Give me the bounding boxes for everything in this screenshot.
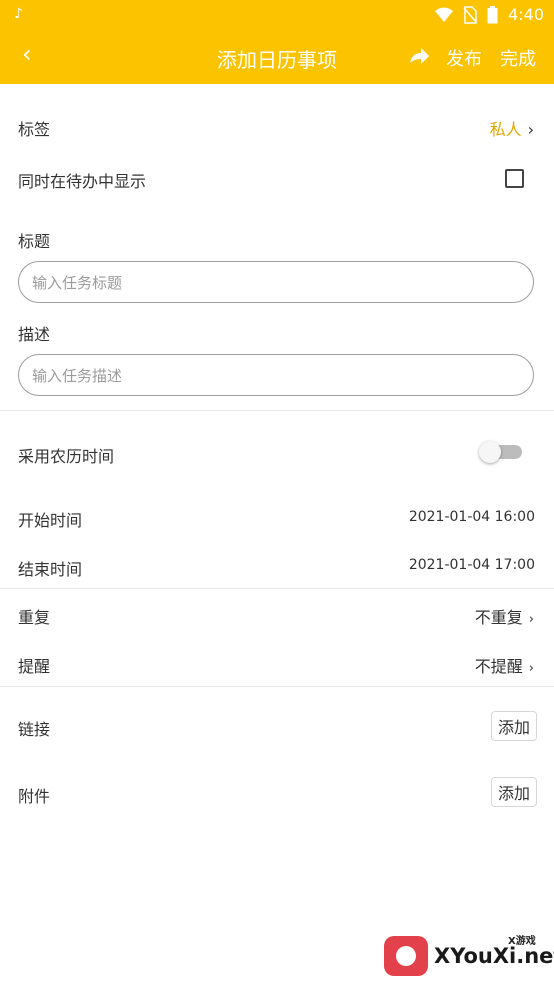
watermark-logo-icon bbox=[384, 936, 428, 976]
reminder-label: 提醒 bbox=[18, 657, 51, 676]
no-sim-icon bbox=[463, 5, 477, 24]
lunar-label: 采用农历时间 bbox=[18, 447, 115, 466]
chevron-right-icon: › bbox=[527, 120, 534, 139]
link-label: 链接 bbox=[18, 720, 51, 739]
status-time: 4:40 bbox=[508, 5, 544, 24]
watermark: X游戏 XYouXi.net bbox=[384, 926, 554, 986]
divider bbox=[0, 588, 554, 589]
lunar-toggle-knob[interactable] bbox=[479, 441, 501, 463]
description-input-placeholder: 输入任务描述 bbox=[32, 366, 123, 385]
title-input-placeholder: 输入任务标题 bbox=[32, 273, 123, 292]
tag-value-group: 私人 › bbox=[490, 116, 534, 140]
share-arrow-icon[interactable] bbox=[408, 45, 430, 67]
tag-row[interactable]: 标签 私人 › bbox=[0, 112, 554, 142]
repeat-label: 重复 bbox=[18, 608, 51, 627]
app-bar: ‹ 添加日历事项 发布 完成 bbox=[0, 30, 554, 84]
tag-label: 标签 bbox=[18, 120, 51, 139]
show-in-todo-row: 同时在待办中显示 bbox=[0, 164, 554, 194]
show-in-todo-label: 同时在待办中显示 bbox=[18, 172, 147, 191]
tiktok-icon: ♪ bbox=[14, 6, 23, 22]
add-link-button[interactable]: 添加 bbox=[491, 711, 537, 741]
chevron-right-icon: › bbox=[528, 661, 534, 676]
status-bar: ♪ 4:40 bbox=[0, 0, 554, 30]
watermark-main-text: XYouXi.net bbox=[434, 944, 554, 968]
reminder-value-group: 不提醒 › bbox=[475, 653, 534, 677]
chevron-right-icon: › bbox=[528, 612, 534, 627]
start-time-label: 开始时间 bbox=[18, 511, 83, 530]
battery-icon bbox=[487, 5, 498, 23]
end-time-label: 结束时间 bbox=[18, 560, 83, 579]
repeat-row[interactable]: 重复 不重复 › bbox=[0, 600, 554, 630]
show-in-todo-checkbox[interactable] bbox=[505, 169, 524, 188]
done-button[interactable]: 完成 bbox=[500, 45, 536, 71]
divider bbox=[0, 410, 554, 411]
end-time-value[interactable]: 2021-01-04 17:00 bbox=[409, 557, 535, 573]
repeat-value-group: 不重复 › bbox=[475, 604, 534, 628]
tag-value: 私人 bbox=[489, 120, 522, 139]
start-time-value[interactable]: 2021-01-04 16:00 bbox=[409, 509, 535, 525]
reminder-value: 不提醒 bbox=[474, 657, 523, 676]
wifi-icon bbox=[435, 7, 454, 22]
publish-button[interactable]: 发布 bbox=[446, 45, 482, 71]
description-label: 描述 bbox=[18, 325, 51, 344]
title-label: 标题 bbox=[18, 232, 51, 251]
description-input[interactable]: 输入任务描述 bbox=[18, 354, 534, 396]
divider bbox=[0, 686, 554, 687]
title-input[interactable]: 输入任务标题 bbox=[18, 261, 534, 303]
reminder-row[interactable]: 提醒 不提醒 › bbox=[0, 649, 554, 679]
repeat-value: 不重复 bbox=[474, 608, 523, 627]
add-attachment-button[interactable]: 添加 bbox=[491, 777, 537, 807]
attachment-label: 附件 bbox=[18, 787, 51, 806]
